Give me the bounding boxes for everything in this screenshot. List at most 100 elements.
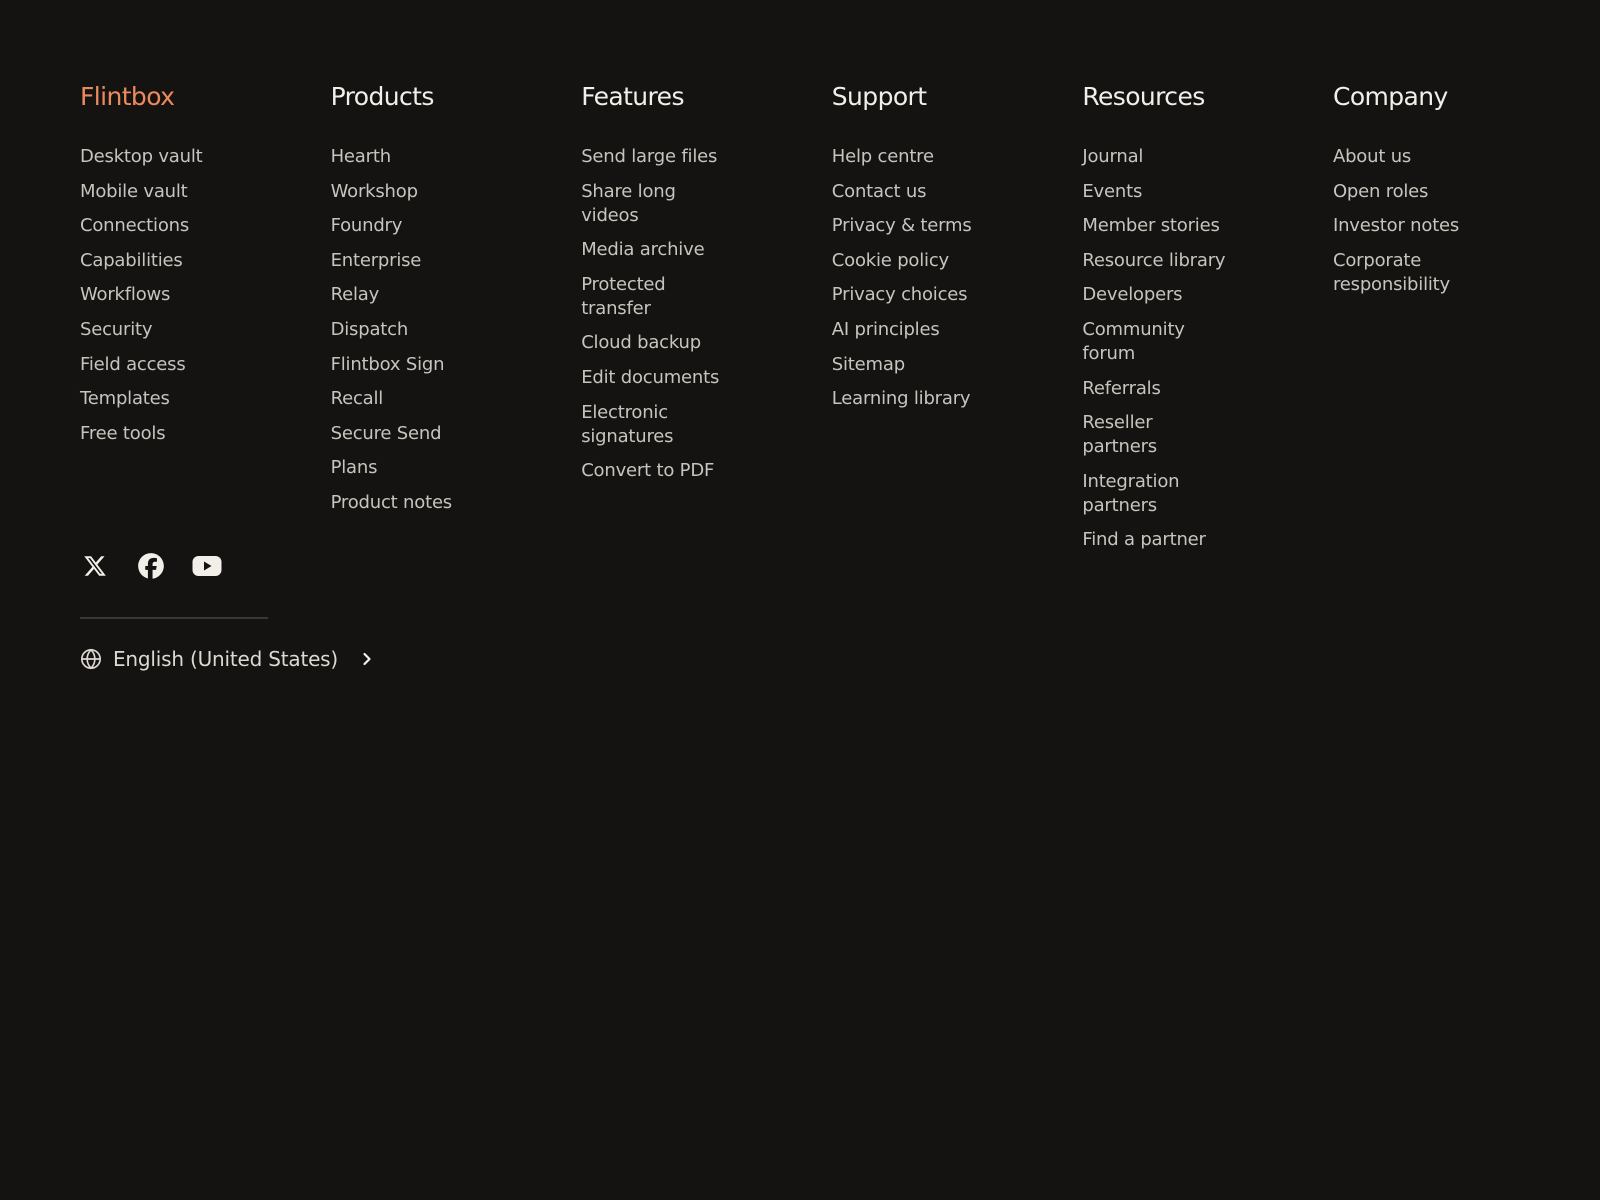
footer-link[interactable]: Dispatch	[331, 313, 481, 348]
list-item: Connections	[80, 209, 311, 244]
link-list: Hearth Workshop Foundry Enterprise Relay Disp…	[331, 140, 562, 521]
x-icon	[84, 556, 106, 576]
link-list: Journal Events Member stories Resource libr…	[1082, 140, 1313, 558]
footer-link[interactable]: Cloud backup	[581, 326, 731, 361]
footer-divider	[80, 617, 268, 619]
footer-link[interactable]: Enterprise	[331, 244, 481, 279]
footer-link[interactable]: Help centre	[832, 140, 982, 175]
footer-link[interactable]: Contact us	[832, 175, 982, 210]
list-item: Investor notes	[1333, 209, 1564, 244]
list-item: Hearth	[331, 140, 562, 175]
list-item: Cloud backup	[581, 326, 812, 361]
footer-link[interactable]: Sitemap	[832, 348, 982, 383]
facebook-link[interactable]	[136, 551, 166, 581]
footer-column-company: Company About us Open roles Investor notes…	[1333, 80, 1584, 558]
footer-link[interactable]: Security	[80, 313, 230, 348]
footer-link[interactable]: Send large files	[581, 140, 731, 175]
list-item: Help centre	[832, 140, 1063, 175]
footer-link[interactable]: Convert to PDF	[581, 454, 731, 489]
list-item: Open roles	[1333, 175, 1564, 210]
footer-link[interactable]: Find a partner	[1082, 523, 1232, 558]
footer-link[interactable]: Developers	[1082, 278, 1232, 313]
footer-link[interactable]: Open roles	[1333, 175, 1483, 210]
footer-link[interactable]: Free tools	[80, 417, 230, 452]
footer-link[interactable]: Recall	[331, 382, 481, 417]
footer-columns: Flintbox Desktop vault Mobile vault Connec…	[80, 80, 1584, 558]
column-title-support: Support	[831, 82, 927, 111]
footer-link[interactable]: Privacy choices	[832, 278, 982, 313]
list-item: Referrals	[1082, 372, 1313, 407]
footer-link[interactable]: Mobile vault	[80, 175, 230, 210]
footer-link[interactable]: Privacy & terms	[832, 209, 982, 244]
footer-link[interactable]: Learning library	[832, 382, 982, 417]
list-item: Protected transfer	[581, 268, 812, 327]
language-selector[interactable]: English (United States)	[80, 647, 374, 671]
list-item: Cookie policy	[832, 244, 1063, 279]
chevron-right-icon	[360, 651, 374, 667]
list-item: Reseller partners	[1082, 406, 1313, 465]
facebook-icon	[138, 553, 164, 579]
footer-link[interactable]: Investor notes	[1333, 209, 1483, 244]
list-item: Learning library	[832, 382, 1063, 417]
footer-link[interactable]: Referrals	[1082, 372, 1232, 407]
footer-link[interactable]: Corporate responsibility	[1333, 244, 1483, 303]
footer-link[interactable]: Hearth	[331, 140, 481, 175]
youtube-icon	[192, 556, 222, 576]
list-item: Mobile vault	[80, 175, 311, 210]
list-item: Desktop vault	[80, 140, 311, 175]
brand-title: Flintbox	[80, 82, 175, 111]
list-item: Plans	[331, 451, 562, 486]
footer-link[interactable]: Events	[1082, 175, 1232, 210]
footer-link[interactable]: Reseller partners	[1082, 406, 1232, 465]
globe-icon	[80, 648, 102, 670]
list-item: Field access	[80, 348, 311, 383]
footer-column-support: Support Help centre Contact us Privacy & t…	[832, 80, 1083, 558]
footer-link[interactable]: Flintbox Sign	[331, 348, 481, 383]
footer-link[interactable]: Member stories	[1082, 209, 1232, 244]
footer-link[interactable]: Product notes	[331, 486, 481, 521]
footer-link[interactable]: Integration partners	[1082, 465, 1232, 524]
footer-link[interactable]: Plans	[331, 451, 481, 486]
footer-link[interactable]: Workshop	[331, 175, 481, 210]
list-item: AI principles	[832, 313, 1063, 348]
youtube-link[interactable]	[192, 551, 222, 581]
footer-link[interactable]: AI principles	[832, 313, 982, 348]
footer-link[interactable]: Electronic signatures	[581, 396, 731, 455]
footer-link[interactable]: Field access	[80, 348, 230, 383]
list-item: About us	[1333, 140, 1564, 175]
footer-link[interactable]: Protected transfer	[581, 268, 731, 327]
list-item: Templates	[80, 382, 311, 417]
footer-link[interactable]: Foundry	[331, 209, 481, 244]
list-item: Integration partners	[1082, 465, 1313, 524]
footer-link[interactable]: Share long videos	[581, 175, 731, 234]
column-title-products: Products	[330, 82, 435, 111]
footer-link[interactable]: Edit documents	[581, 361, 731, 396]
footer-link[interactable]: Desktop vault	[80, 140, 230, 175]
footer-link[interactable]: Resource library	[1082, 244, 1232, 279]
footer-link[interactable]: Journal	[1082, 140, 1232, 175]
list-item: Media archive	[581, 233, 812, 268]
x-link[interactable]	[80, 551, 110, 581]
footer-link[interactable]: Cookie policy	[832, 244, 982, 279]
footer-column-features: Features Send large files Share long vide…	[581, 80, 832, 558]
footer-link[interactable]: Workflows	[80, 278, 230, 313]
list-item: Product notes	[331, 486, 562, 521]
link-list: About us Open roles Investor notes Corporat…	[1333, 140, 1564, 302]
footer-link[interactable]: Connections	[80, 209, 230, 244]
list-item: Convert to PDF	[581, 454, 812, 489]
footer-link[interactable]: Media archive	[581, 233, 731, 268]
footer-link[interactable]: Community forum	[1082, 313, 1232, 372]
list-item: Foundry	[331, 209, 562, 244]
list-item: Community forum	[1082, 313, 1313, 372]
list-item: Workshop	[331, 175, 562, 210]
footer-link[interactable]: Templates	[80, 382, 230, 417]
list-item: Member stories	[1082, 209, 1313, 244]
footer-link[interactable]: Capabilities	[80, 244, 230, 279]
footer-link[interactable]: Relay	[331, 278, 481, 313]
list-item: Dispatch	[331, 313, 562, 348]
list-item: Send large files	[581, 140, 812, 175]
list-item: Journal	[1082, 140, 1313, 175]
list-item: Privacy choices	[832, 278, 1063, 313]
footer-link[interactable]: Secure Send	[331, 417, 481, 452]
footer-link[interactable]: About us	[1333, 140, 1483, 175]
